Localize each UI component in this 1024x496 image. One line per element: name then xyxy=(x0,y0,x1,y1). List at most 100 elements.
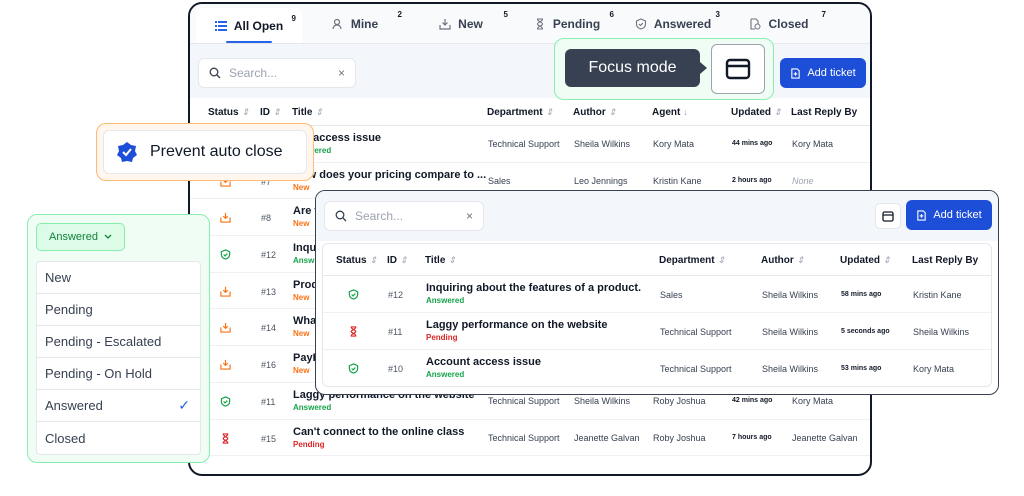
check-icon: ✓ xyxy=(178,397,190,413)
ticket-id: #15 xyxy=(261,433,277,444)
ticket-title[interactable]: Laggy performance on the website xyxy=(426,319,608,331)
ticket-last-reply: None xyxy=(792,175,814,186)
col-department[interactable]: Department ⇕ xyxy=(487,107,553,118)
table-row[interactable]: #10 Account access issue Answered Techni… xyxy=(323,350,991,387)
ticket-status: New xyxy=(293,366,310,376)
ticket-status: Pending xyxy=(426,333,458,342)
ticket-department: Technical Support xyxy=(488,395,560,406)
search-input[interactable]: Search... × xyxy=(324,201,484,231)
ticket-department: Technical Support xyxy=(488,139,560,149)
tab-mine[interactable]: Mine 2 xyxy=(302,4,408,43)
ticket-status: New xyxy=(293,292,310,302)
ticket-agent: Kristin Kane xyxy=(653,175,702,186)
add-ticket-label: Add ticket xyxy=(807,67,856,79)
shield-check-icon xyxy=(220,396,231,407)
search-icon xyxy=(335,210,347,222)
ticket-id: #12 xyxy=(261,250,277,261)
clear-search-icon[interactable]: × xyxy=(338,66,345,80)
focus-mode-button[interactable] xyxy=(875,203,901,229)
table-row[interactable]: #12 Inquiring about the features of a pr… xyxy=(323,276,991,313)
inbox-icon xyxy=(439,18,451,30)
ticket-agent: Roby Joshua xyxy=(653,395,706,406)
prevent-auto-close-toggle[interactable]: Prevent auto close xyxy=(103,130,307,174)
focus-mode-button[interactable] xyxy=(711,44,765,94)
tab-count: 3 xyxy=(715,10,720,19)
ticket-last-reply: Kory Mata xyxy=(913,364,955,374)
ticket-title[interactable]: Inquiring about the features of a produc… xyxy=(426,282,641,294)
col-updated[interactable]: Updated ⇕ xyxy=(731,107,782,118)
ticket-agent: Roby Joshua xyxy=(653,432,706,443)
ticket-title[interactable]: Inqu xyxy=(293,242,316,254)
focus-mode-panel: Search... × Add ticket Status ⇕ ID ⇕ Title… xyxy=(315,190,999,395)
ticket-id: #13 xyxy=(261,286,277,297)
ticket-author: Sheila Wilkins xyxy=(762,327,819,337)
table-row[interactable]: #11 Laggy performance on the website Pen… xyxy=(323,313,991,350)
ticket-updated: 44 mins ago xyxy=(732,140,773,147)
ticket-department: Sales xyxy=(660,290,683,300)
inbox-icon xyxy=(220,323,231,334)
table-row[interactable]: #15 Can't connect to the online class Pe… xyxy=(190,420,870,457)
search-icon xyxy=(209,67,221,79)
col-last-reply[interactable]: Last Reply By xyxy=(912,255,978,266)
ticket-id: #8 xyxy=(261,213,272,224)
status-option[interactable]: Pending xyxy=(37,294,200,326)
col-last-reply[interactable]: Last Reply By xyxy=(791,107,857,118)
ticket-department: Technical Support xyxy=(660,327,732,337)
col-id[interactable]: ID ⇕ xyxy=(260,107,281,118)
ticket-id: #16 xyxy=(261,360,277,371)
shield-check-icon xyxy=(348,363,359,374)
status-option[interactable]: Closed xyxy=(37,422,200,454)
col-id[interactable]: ID ⇕ xyxy=(387,255,408,266)
ticket-status: New xyxy=(293,329,310,339)
col-status[interactable]: Status ⇕ xyxy=(336,255,377,266)
tab-label: Pending xyxy=(552,16,601,31)
ticket-status: Answered xyxy=(293,402,332,412)
tab-count: 2 xyxy=(397,10,402,19)
tab-label: Mine xyxy=(350,16,379,31)
col-agent[interactable]: Agent ↓ xyxy=(652,107,688,118)
col-author[interactable]: Author ⇕ xyxy=(761,255,804,266)
col-updated[interactable]: Updated ⇕ xyxy=(840,255,891,266)
col-title[interactable]: Title ⇕ xyxy=(425,255,456,266)
status-option[interactable]: Pending - On Hold xyxy=(37,358,200,390)
inbox-icon xyxy=(220,286,231,297)
ticket-author: Sheila Wilkins xyxy=(762,364,819,374)
ticket-title[interactable]: Account access issue xyxy=(426,356,541,368)
ticket-title[interactable]: How does your pricing compare to ... xyxy=(293,169,486,181)
window-icon xyxy=(882,210,894,222)
tab-count: 9 xyxy=(291,14,296,23)
search-input[interactable]: Search... × xyxy=(198,58,356,88)
prevent-auto-close-card: Prevent auto close xyxy=(96,123,314,181)
tab-new[interactable]: New 5 xyxy=(408,4,514,43)
clear-search-icon[interactable]: × xyxy=(466,209,473,223)
status-options: New Pending Pending - Escalated Pending … xyxy=(36,261,201,455)
col-department[interactable]: Department ⇕ xyxy=(659,255,725,266)
tab-label: Answered xyxy=(653,16,712,31)
hourglass-icon xyxy=(536,17,543,30)
ticket-status: New xyxy=(293,182,310,192)
status-dropdown-trigger[interactable]: Answered xyxy=(36,223,125,251)
ticket-author: Sheila Wilkins xyxy=(574,139,631,149)
tab-all-open[interactable]: All Open 9 xyxy=(196,8,302,43)
ticket-updated: 7 hours ago xyxy=(732,433,772,441)
ticket-author: Leo Jennings xyxy=(574,175,628,186)
status-option[interactable]: Answered ✓ xyxy=(37,390,200,422)
ticket-id: #11 xyxy=(388,327,403,337)
focus-mode-tooltip: Focus mode xyxy=(565,49,707,87)
add-ticket-button[interactable]: Add ticket xyxy=(906,200,992,230)
col-status[interactable]: Status ⇕ xyxy=(208,107,249,118)
ticket-status: Pending xyxy=(293,439,325,449)
status-option[interactable]: New xyxy=(37,262,200,294)
col-author[interactable]: Author ⇕ xyxy=(573,107,616,118)
add-ticket-button[interactable]: Add ticket xyxy=(780,58,866,88)
status-option[interactable]: Pending - Escalated xyxy=(37,326,200,358)
ticket-status: Answered xyxy=(426,370,465,379)
ticket-id: #10 xyxy=(388,364,404,374)
col-title[interactable]: Title ⇕ xyxy=(292,107,323,118)
search-placeholder: Search... xyxy=(355,209,404,223)
ticket-status: Answered xyxy=(426,296,465,305)
table-header: Status ⇕ ID ⇕ Title ⇕ Department ⇕ Author ⇕ A… xyxy=(190,98,870,126)
ticket-status: New xyxy=(293,219,310,229)
list-icon xyxy=(214,20,227,31)
ticket-title[interactable]: Can't connect to the online class xyxy=(293,426,464,438)
